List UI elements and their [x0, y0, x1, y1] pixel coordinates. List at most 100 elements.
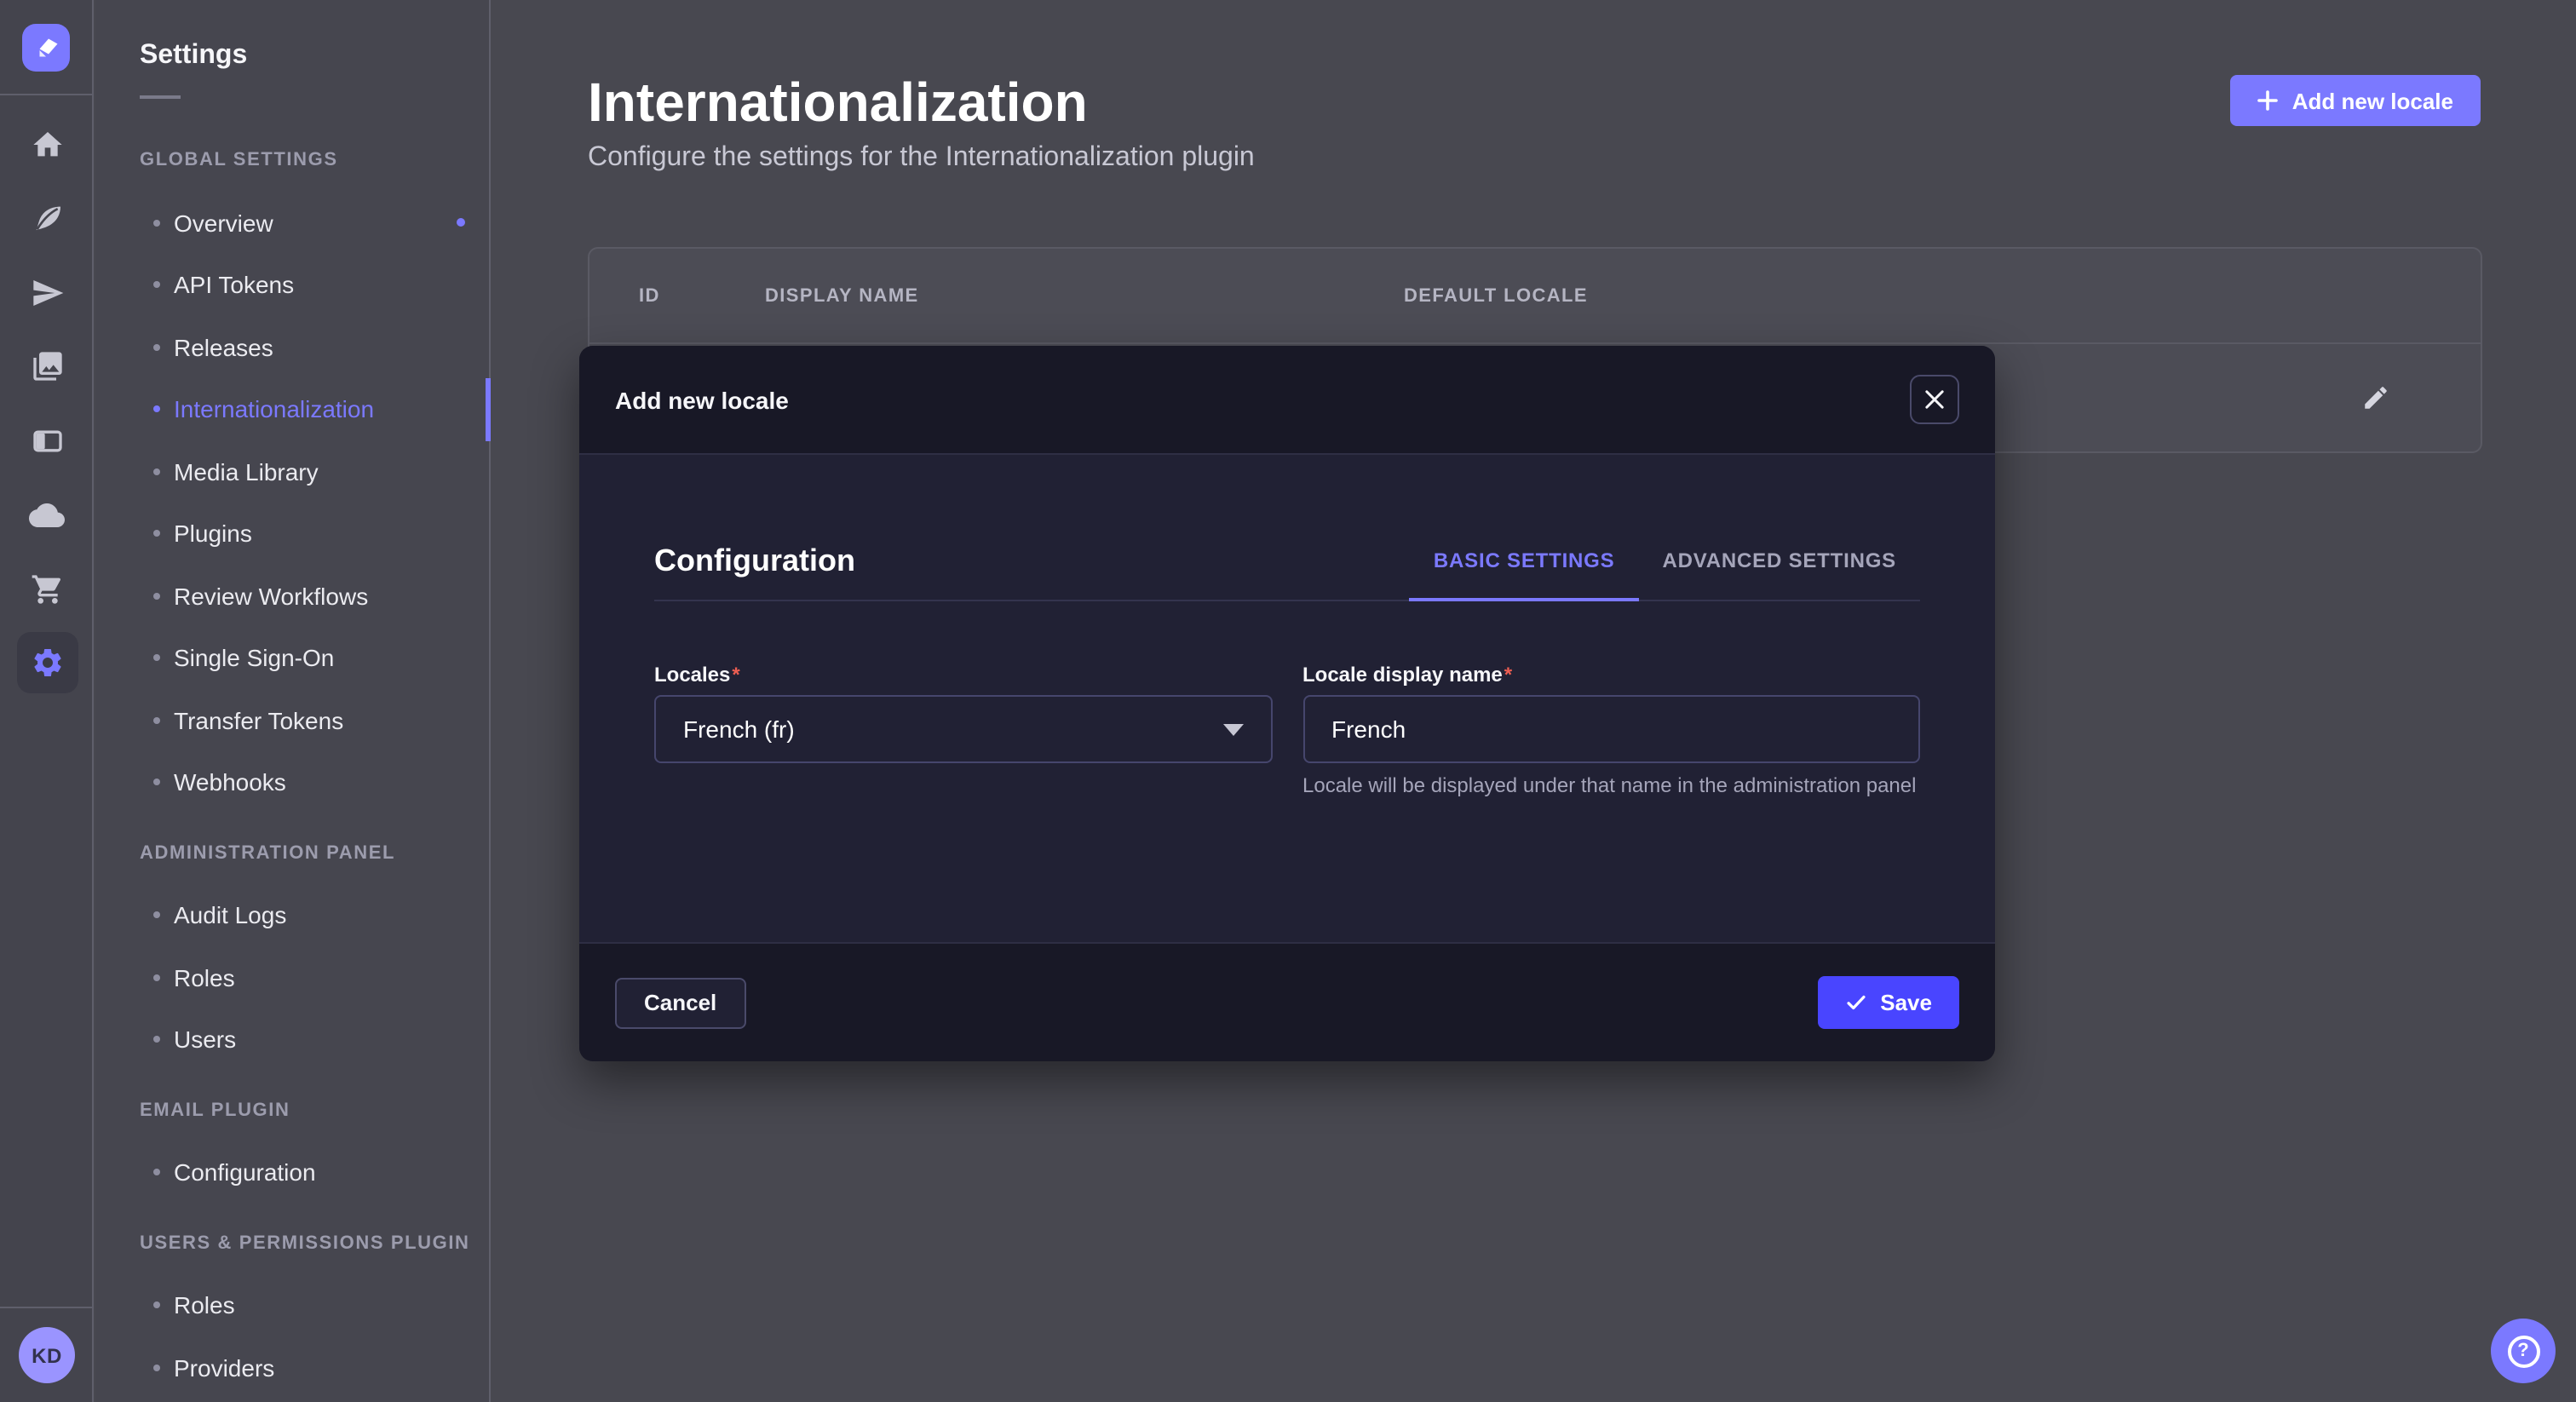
sidebar-item-label: Roles — [174, 1292, 235, 1319]
locales-field: Locales* French (fr) — [654, 663, 1272, 801]
help-button[interactable]: ? — [2491, 1319, 2556, 1383]
settings-gear-icon[interactable] — [0, 626, 94, 700]
bullet-icon — [153, 912, 160, 919]
sidebar-item-label: Webhooks — [174, 769, 286, 796]
required-mark: * — [732, 663, 739, 687]
locales-select[interactable]: French (fr) — [654, 695, 1272, 763]
bullet-icon — [153, 344, 160, 351]
cancel-button[interactable]: Cancel — [615, 977, 745, 1028]
strapi-logo[interactable] — [22, 23, 70, 71]
sidebar-item-roles[interactable]: Roles — [95, 1274, 489, 1336]
sidebar-item-plugins[interactable]: Plugins — [95, 503, 489, 565]
sidebar-item-single-sign-on[interactable]: Single Sign-On — [95, 627, 489, 689]
sidebar-item-label: Releases — [174, 334, 273, 361]
modal-title: Add new locale — [615, 386, 789, 413]
tab-basic-settings[interactable]: BASIC SETTINGS — [1410, 523, 1639, 601]
modal-footer: Cancel Save — [579, 942, 1995, 1061]
sidebar-item-review-workflows[interactable]: Review Workflows — [95, 565, 489, 627]
sidebar-title-rule — [140, 95, 181, 99]
edit-locale-button[interactable] — [2355, 376, 2397, 419]
display-name-label: Locale display name* — [1302, 663, 1920, 687]
sidebar-item-users[interactable]: Users — [95, 1008, 489, 1071]
strapi-logo-icon — [31, 32, 61, 62]
modal-body: Configuration BASIC SETTINGS ADVANCED SE… — [579, 455, 1995, 942]
sidebar-item-label: Audit Logs — [174, 902, 286, 929]
home-icon[interactable] — [0, 107, 94, 181]
bullet-icon — [153, 717, 160, 724]
column-header-display-name: DISPLAY NAME — [765, 285, 1404, 306]
table-header-row: IDDISPLAY NAMEDEFAULT LOCALE — [589, 249, 2481, 342]
bullet-icon — [153, 1302, 160, 1309]
display-name-hint: Locale will be displayed under that name… — [1302, 772, 1920, 801]
strapi-admin-app: KD Settings GLOBAL SETTINGSOverviewAPI T… — [0, 0, 2576, 1402]
configuration-title: Configuration — [654, 543, 855, 579]
bullet-icon — [153, 593, 160, 600]
sidebar-item-label: Overview — [174, 210, 273, 237]
sidebar-item-audit-logs[interactable]: Audit Logs — [95, 884, 489, 946]
sidebar-item-label: Internationalization — [174, 396, 374, 423]
nav-section: EMAIL PLUGINConfiguration — [95, 1079, 489, 1204]
user-area: KD — [0, 1307, 94, 1402]
page-subtitle: Configure the settings for the Internati… — [588, 143, 1255, 174]
logo-area — [0, 0, 92, 95]
nav-section-label: ADMINISTRATION PANEL — [95, 822, 489, 884]
add-new-locale-label: Add new locale — [2292, 88, 2453, 113]
avatar[interactable]: KD — [19, 1327, 75, 1383]
chevron-down-icon — [1222, 723, 1243, 735]
sidebar-title: Settings — [95, 0, 489, 72]
page-title: Internationalization — [588, 72, 1088, 135]
save-label: Save — [1880, 990, 1932, 1015]
bullet-icon — [153, 220, 160, 227]
add-new-locale-button[interactable]: Add new locale — [2231, 75, 2481, 126]
save-button[interactable]: Save — [1817, 976, 1959, 1029]
add-locale-modal: Add new locale Configuration BASIC SETTI… — [579, 346, 1995, 1061]
bullet-icon — [153, 406, 160, 413]
display-name-field: Locale display name* Locale will be disp… — [1302, 663, 1920, 801]
bullet-icon — [153, 1169, 160, 1176]
media-library-icon[interactable] — [0, 330, 94, 404]
locales-label: Locales* — [654, 663, 1272, 687]
bullet-icon — [153, 1365, 160, 1371]
sidebar-item-api-tokens[interactable]: API Tokens — [95, 254, 489, 316]
sidebar-item-overview[interactable]: Overview — [95, 192, 489, 254]
bullet-icon — [153, 282, 160, 289]
nav-section-label: EMAIL PLUGIN — [95, 1079, 489, 1141]
sidebar-item-providers[interactable]: Providers — [95, 1336, 489, 1399]
locales-select-value: French (fr) — [683, 715, 795, 743]
sidebar-item-label: Plugins — [174, 520, 252, 548]
sidebar-item-label: Roles — [174, 964, 235, 991]
nav-section-label: USERS & PERMISSIONS PLUGIN — [95, 1212, 489, 1274]
nav-section: GLOBAL SETTINGSOverviewAPI TokensRelease… — [95, 129, 489, 813]
close-icon — [1925, 390, 1944, 409]
rail-icons — [0, 107, 94, 700]
column-header-id: ID — [639, 285, 765, 306]
icon-rail: KD — [0, 0, 94, 1402]
paper-plane-icon[interactable] — [0, 256, 94, 330]
sidebar-item-transfer-tokens[interactable]: Transfer Tokens — [95, 689, 489, 751]
sidebar-item-roles[interactable]: Roles — [95, 946, 489, 1008]
sidebar-item-media-library[interactable]: Media Library — [95, 440, 489, 503]
settings-active-pill — [16, 633, 78, 694]
bullet-icon — [153, 1037, 160, 1043]
column-header-default-locale: DEFAULT LOCALE — [1404, 285, 2481, 306]
layout-icon[interactable] — [0, 404, 94, 478]
pencil-icon — [2361, 383, 2390, 412]
sidebar-item-configuration[interactable]: Configuration — [95, 1141, 489, 1204]
configuration-header-row: Configuration BASIC SETTINGS ADVANCED SE… — [654, 523, 1920, 601]
feather-icon[interactable] — [0, 181, 94, 256]
tab-advanced-settings[interactable]: ADVANCED SETTINGS — [1638, 523, 1920, 601]
bullet-icon — [153, 468, 160, 475]
bullet-icon — [153, 779, 160, 786]
sidebar-item-label: Providers — [174, 1354, 274, 1382]
nav-section: USERS & PERMISSIONS PLUGIN Roles Providers — [95, 1212, 489, 1399]
cart-icon[interactable] — [0, 552, 94, 626]
display-name-input[interactable] — [1302, 695, 1920, 763]
close-button[interactable] — [1910, 375, 1959, 424]
settings-nav: GLOBAL SETTINGSOverviewAPI TokensRelease… — [95, 129, 489, 1399]
fields-row: Locales* French (fr) Locale display name… — [654, 663, 1920, 801]
sidebar-item-releases[interactable]: Releases — [95, 316, 489, 378]
sidebar-item-webhooks[interactable]: Webhooks — [95, 751, 489, 813]
sidebar-item-internationalization[interactable]: Internationalization — [95, 378, 489, 440]
avatar-initials: KD — [32, 1343, 62, 1367]
cloud-icon[interactable] — [0, 478, 94, 552]
